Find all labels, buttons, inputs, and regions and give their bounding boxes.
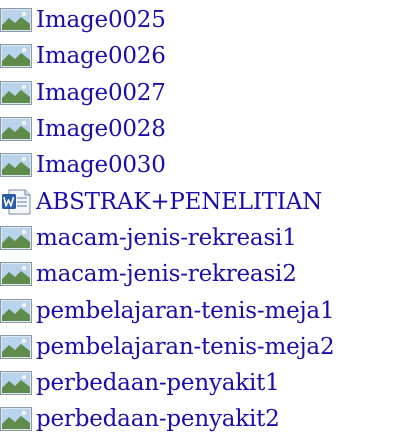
image-file-icon	[0, 117, 32, 142]
image-file-icon	[0, 44, 32, 69]
word-document-icon	[2, 189, 31, 215]
list-item: ABSTRAK+PENELITIAN	[0, 183, 334, 219]
image-file-icon	[0, 153, 32, 178]
file-link-perbedaan-penyakit2[interactable]: perbedaan-penyakit2	[36, 406, 280, 432]
list-item: Image0027	[0, 75, 334, 111]
image-file-icon	[0, 262, 32, 287]
file-link-pembelajaran-tenis-meja2[interactable]: pembelajaran-tenis-meja2	[36, 334, 335, 360]
list-item: Image0026	[0, 38, 334, 74]
file-link-image0028[interactable]: Image0028	[36, 116, 166, 142]
list-item: macam-jenis-rekreasi1	[0, 220, 334, 256]
list-item: Image0025	[0, 2, 334, 38]
list-item: Image0030	[0, 147, 334, 183]
file-link-macam-jenis-rekreasi2[interactable]: macam-jenis-rekreasi2	[36, 261, 297, 287]
image-file-icon	[0, 371, 32, 396]
list-item: perbedaan-penyakit1	[0, 365, 334, 401]
file-link-macam-jenis-rekreasi1[interactable]: macam-jenis-rekreasi1	[36, 225, 297, 251]
file-link-image0027[interactable]: Image0027	[36, 80, 166, 106]
image-file-icon	[0, 298, 32, 323]
file-link-abstrak-penelitian[interactable]: ABSTRAK+PENELITIAN	[36, 189, 322, 215]
image-file-icon	[0, 8, 32, 33]
file-link-image0025[interactable]: Image0025	[36, 7, 166, 33]
image-file-icon	[0, 80, 32, 105]
image-file-icon	[0, 334, 32, 359]
image-file-icon	[0, 225, 32, 250]
list-item: pembelajaran-tenis-meja2	[0, 329, 335, 365]
file-link-pembelajaran-tenis-meja1[interactable]: pembelajaran-tenis-meja1	[36, 298, 335, 324]
list-item: macam-jenis-rekreasi2	[0, 256, 334, 292]
attachment-list: Image0025 Image0026 Image0027 Image0028	[0, 2, 335, 438]
list-item: perbedaan-penyakit2	[0, 401, 334, 437]
list-item: Image0028	[0, 111, 334, 147]
file-link-perbedaan-penyakit1[interactable]: perbedaan-penyakit1	[36, 370, 280, 396]
image-file-icon	[0, 407, 32, 432]
file-link-image0026[interactable]: Image0026	[36, 43, 166, 69]
list-item: pembelajaran-tenis-meja1	[0, 292, 335, 328]
file-link-image0030[interactable]: Image0030	[36, 152, 166, 178]
